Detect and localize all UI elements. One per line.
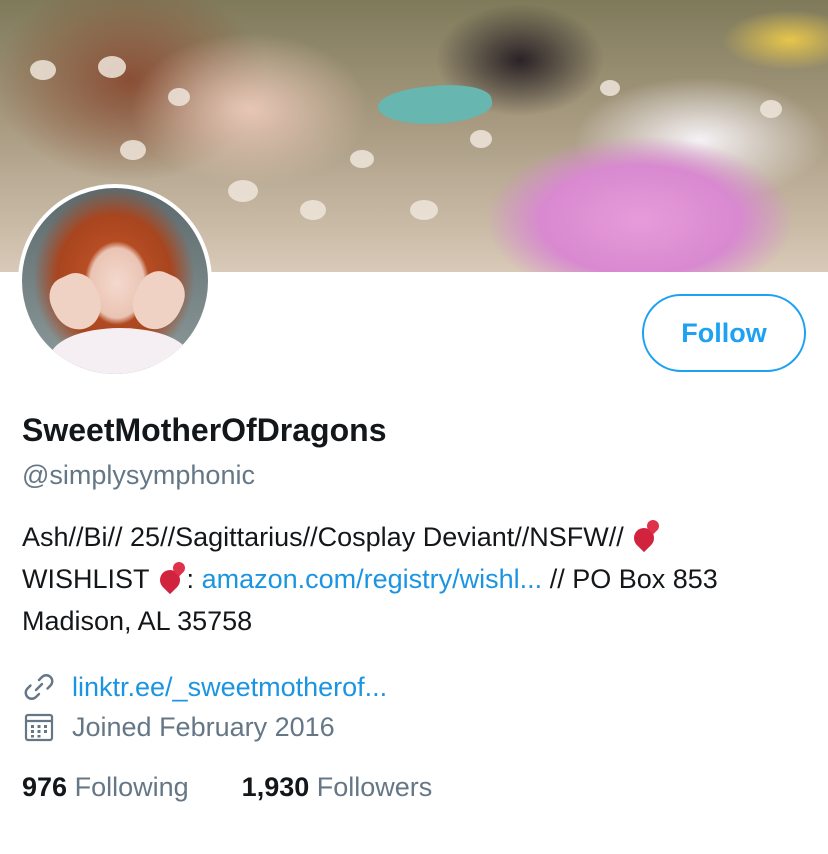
wishlist-label: WISHLIST [22,564,150,594]
user-handle: @simplysymphonic [22,460,255,490]
avatar[interactable] [18,184,212,378]
website-link[interactable]: linktr.ee/_sweetmotherof... [72,672,387,703]
display-name: SweetMotherOfDragons [22,412,387,448]
following-stat[interactable]: 976 Following [22,772,196,802]
following-count: 976 [22,772,68,802]
profile-bio: Ash//Bi// 25//Sagittarius//Cosplay Devia… [22,516,812,642]
bio-colon: : [186,564,195,594]
followers-label: Followers [316,772,433,802]
two-hearts-icon [157,562,187,590]
link-icon [24,674,54,700]
follow-stats: 976 Following 1,930 Followers [22,772,432,803]
follow-button[interactable]: Follow [642,294,806,372]
bio-text: Ash//Bi// 25//Sagittarius//Cosplay Devia… [22,522,624,552]
followers-stat[interactable]: 1,930 Followers [234,772,433,802]
wishlist-link[interactable]: amazon.com/registry/wishl... [202,564,543,594]
calendar-icon [24,713,54,742]
joined-date: Joined February 2016 [72,711,335,742]
followers-count: 1,930 [241,772,310,802]
following-label: Following [74,772,189,802]
website-row: linktr.ee/_sweetmotherof... [22,670,387,704]
joined-row: Joined February 2016 [22,710,335,744]
two-hearts-icon [631,520,661,548]
